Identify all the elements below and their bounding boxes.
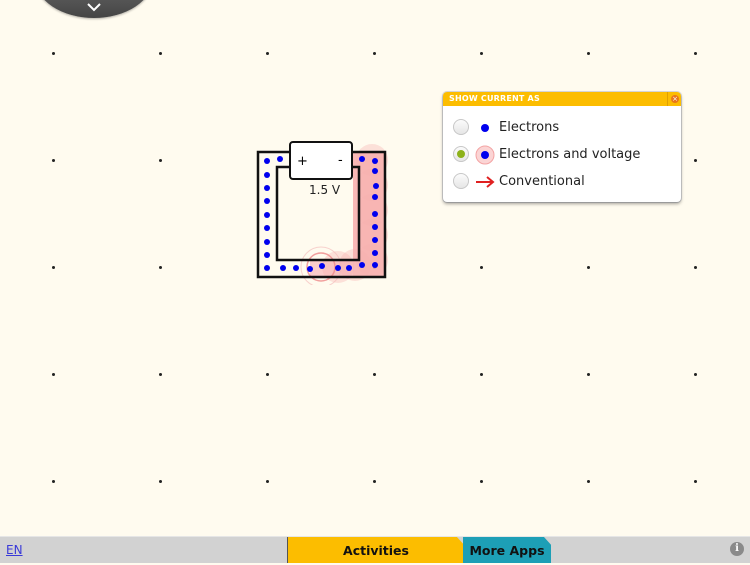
language-link[interactable]: EN — [6, 543, 23, 557]
electron — [372, 262, 378, 268]
electron — [372, 224, 378, 230]
panel-header[interactable]: SHOW CURRENT AS × — [443, 92, 681, 106]
electron — [372, 250, 378, 256]
electron — [319, 263, 325, 269]
battery-voltage-label: 1.5 V — [309, 183, 341, 197]
electron — [264, 265, 270, 271]
grid-dot — [159, 480, 162, 483]
electron-dot-icon — [481, 124, 489, 132]
electron — [372, 211, 378, 217]
radio-electrons-and-voltage[interactable] — [453, 146, 469, 162]
electron — [373, 183, 379, 189]
electron — [277, 156, 283, 162]
grid-dot — [52, 480, 55, 483]
menu-toggle-button[interactable] — [35, 0, 153, 18]
tab-activities[interactable]: Activities — [287, 537, 464, 563]
circuit[interactable]: + - 1.5 V — [250, 135, 400, 285]
grid-dot — [694, 159, 697, 162]
radio-conventional[interactable] — [453, 173, 469, 189]
grid-dot — [480, 480, 483, 483]
tab-more-apps[interactable]: More Apps — [463, 537, 551, 563]
close-button[interactable]: × — [667, 92, 681, 106]
electron — [264, 212, 270, 218]
radio-electrons[interactable] — [453, 119, 469, 135]
red-arrow-icon — [476, 176, 495, 188]
electron — [264, 239, 270, 245]
grid-dot — [587, 52, 590, 55]
grid-dot — [587, 266, 590, 269]
show-current-panel: SHOW CURRENT AS × Electrons Electrons an… — [443, 92, 681, 202]
electron — [335, 265, 341, 271]
electron — [280, 265, 286, 271]
grid-dot — [266, 480, 269, 483]
electron — [264, 158, 270, 164]
close-icon: × — [671, 95, 679, 103]
grid-dot — [373, 52, 376, 55]
grid-dot — [373, 373, 376, 376]
option-label: Conventional — [499, 174, 585, 189]
electron — [359, 156, 365, 162]
chevron-down-icon — [87, 3, 101, 12]
option-electrons-and-voltage[interactable]: Electrons and voltage — [453, 145, 673, 165]
electron — [372, 237, 378, 243]
electron — [346, 265, 352, 271]
option-conventional[interactable]: Conventional — [453, 172, 673, 192]
battery-positive-label: + — [297, 154, 308, 169]
electron — [307, 266, 313, 272]
grid-dot — [694, 52, 697, 55]
grid-dot — [52, 159, 55, 162]
grid-dot — [266, 373, 269, 376]
grid-dot — [587, 373, 590, 376]
grid-dot — [52, 373, 55, 376]
option-label: Electrons and voltage — [499, 147, 641, 162]
grid-dot — [266, 52, 269, 55]
electron — [293, 265, 299, 271]
electron-voltage-dot-icon — [475, 145, 495, 165]
panel-title: SHOW CURRENT AS — [449, 94, 540, 103]
grid-dot — [480, 266, 483, 269]
battery-negative-label: - — [338, 153, 343, 168]
electron — [264, 225, 270, 231]
grid-dot — [159, 159, 162, 162]
info-icon[interactable]: i — [730, 542, 744, 556]
grid-dot — [694, 266, 697, 269]
grid-dot — [159, 373, 162, 376]
electron — [264, 185, 270, 191]
grid-dot — [52, 266, 55, 269]
grid-dot — [373, 480, 376, 483]
electron — [372, 194, 378, 200]
grid-dot — [587, 480, 590, 483]
grid-dot — [480, 373, 483, 376]
option-electrons[interactable]: Electrons — [453, 118, 673, 138]
grid-dot — [159, 266, 162, 269]
grid-dot — [694, 373, 697, 376]
battery[interactable]: + - — [289, 141, 353, 180]
grid-dot — [159, 52, 162, 55]
grid-dot — [694, 480, 697, 483]
wire-inner — [275, 165, 361, 262]
electron — [264, 252, 270, 258]
electron — [372, 158, 378, 164]
option-label: Electrons — [499, 120, 560, 135]
grid-dot — [480, 52, 483, 55]
electron — [264, 172, 270, 178]
electron — [359, 262, 365, 268]
bottom-bar: EN Activities More Apps i — [0, 536, 750, 563]
electron — [264, 198, 270, 204]
electron — [372, 168, 378, 174]
grid-dot — [52, 52, 55, 55]
